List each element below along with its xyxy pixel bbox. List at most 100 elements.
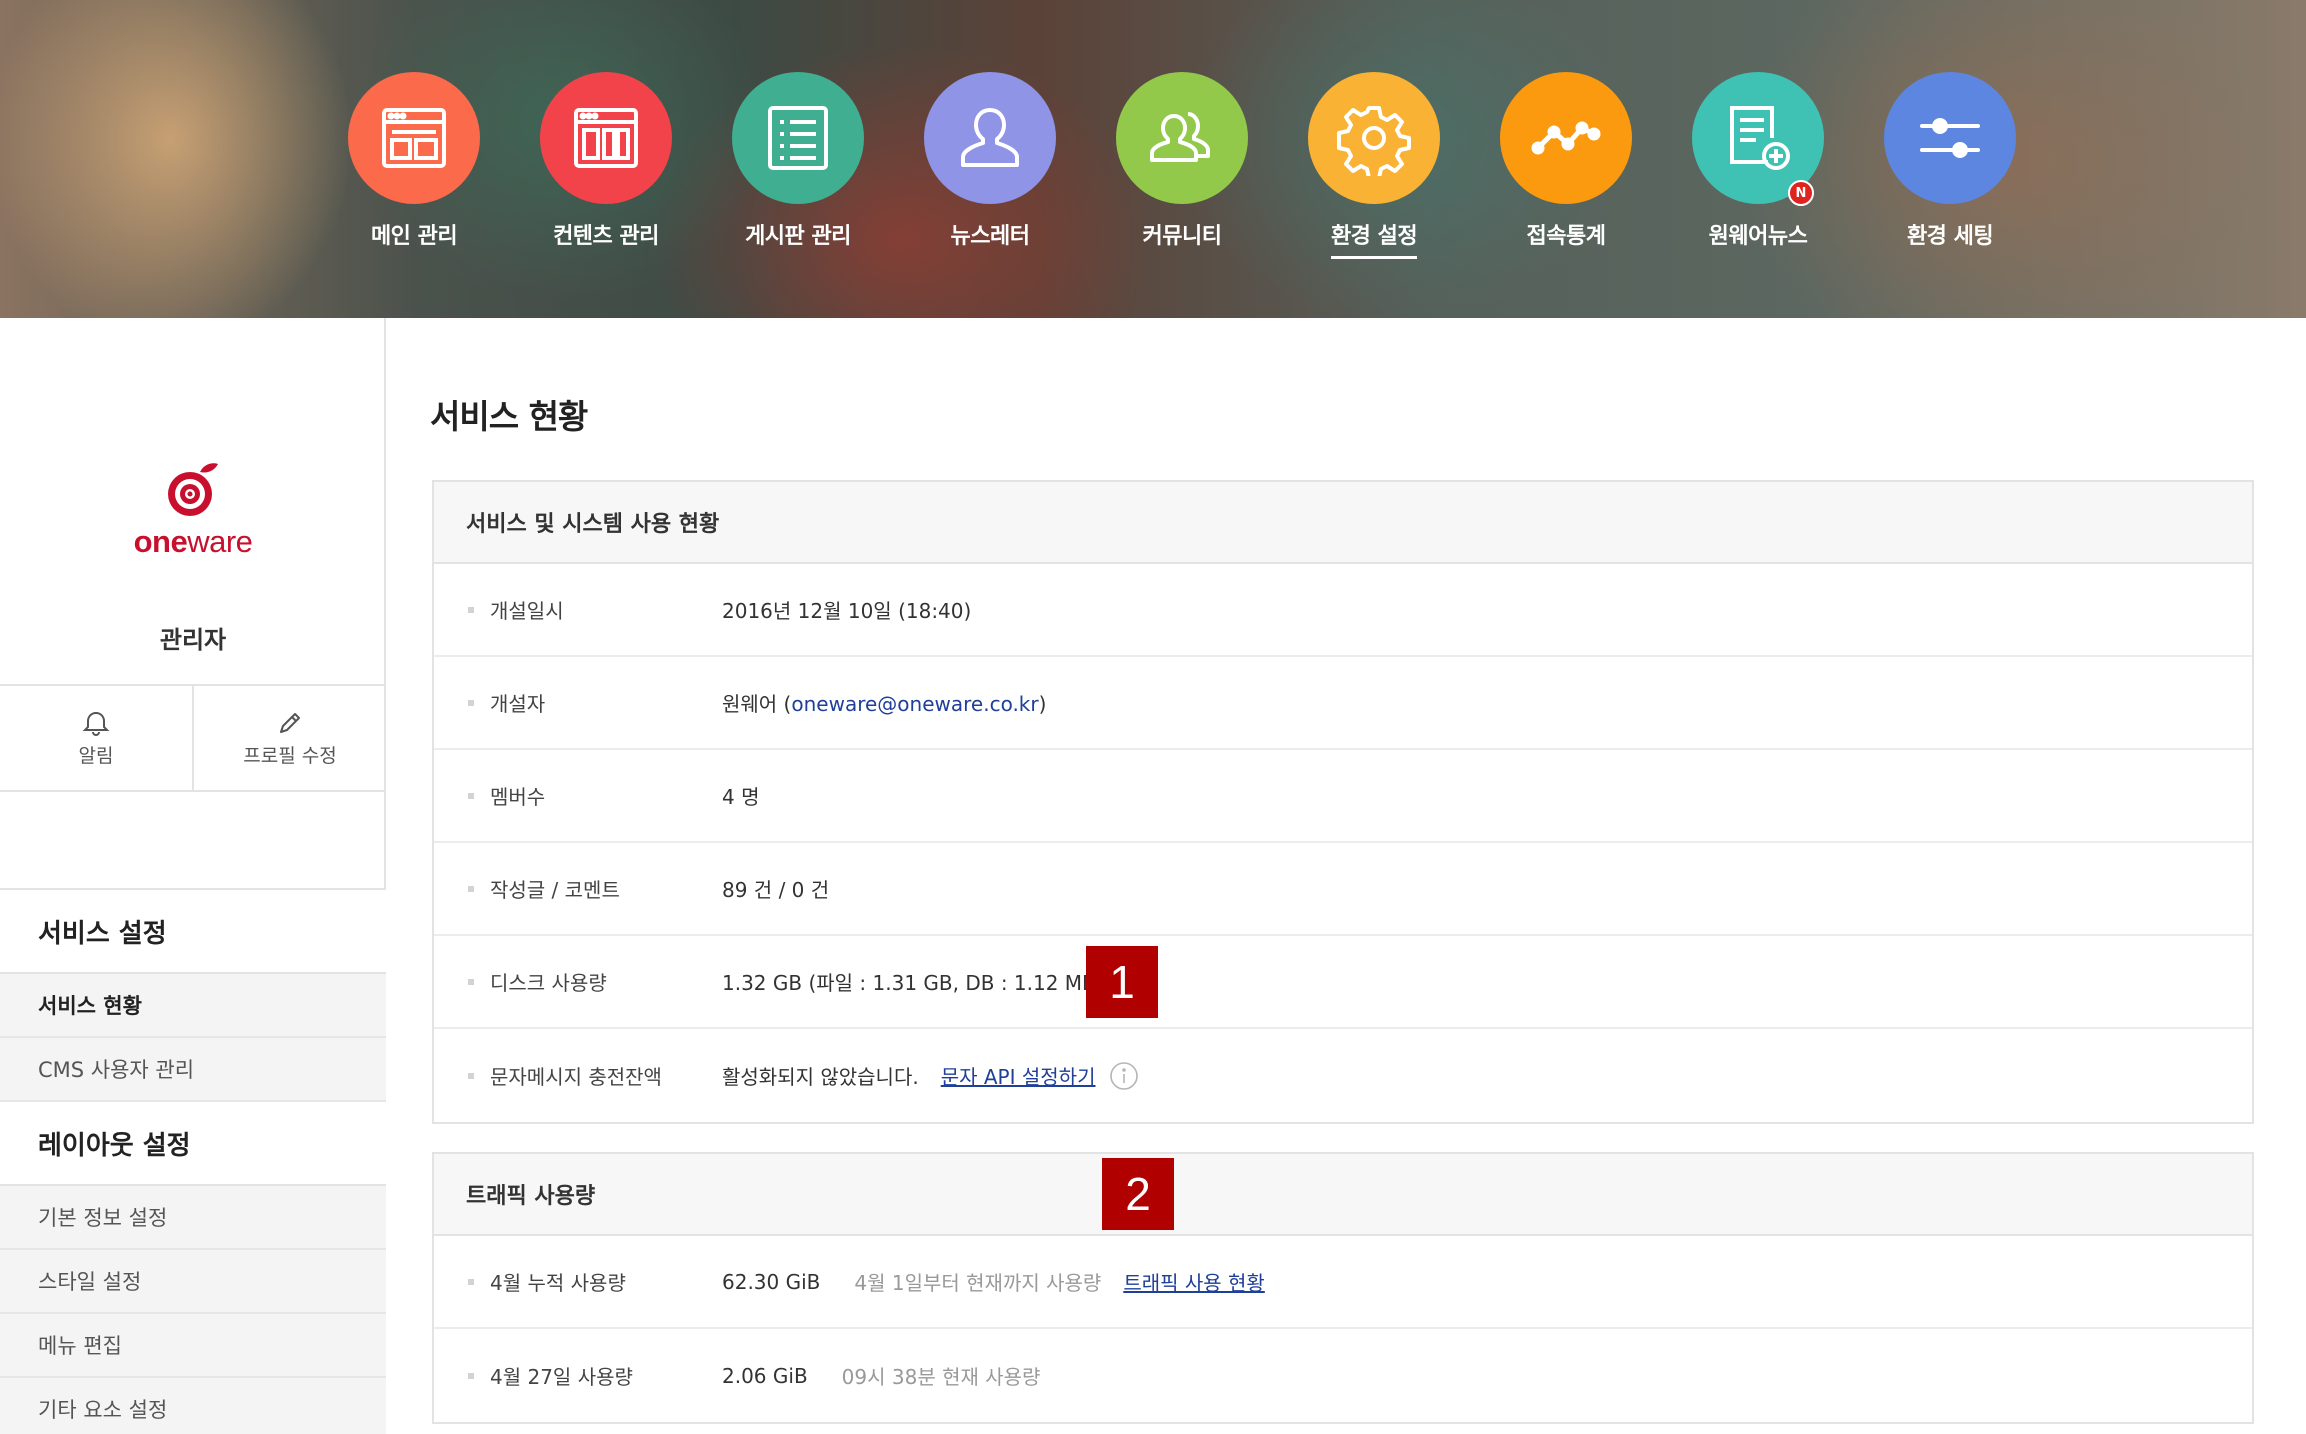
bullet (468, 606, 474, 613)
edit-profile-label: 프로필 수정 (243, 744, 337, 767)
row-daily-traffic: 4월 27일 사용량 2.06 GiB 09시 38분 현재 사용량 (434, 1329, 2252, 1422)
sidebar: oneware 관리자 알림 프로필 수정 서비스 설정 서비스 현황 CMS … (0, 318, 386, 1434)
nav-access-statistics[interactable]: 접속통계 (1470, 72, 1662, 259)
row-value: 1.32 GB (파일 : 1.31 GB, DB : 1.12 MB) (722, 971, 1104, 995)
row-sms: 문자메시지 충전잔액 활성화되지 않았습니다. 문자 API 설정하기 (434, 1029, 2252, 1122)
nav-circle (732, 72, 864, 204)
row-label: 문자메시지 충전잔액 (490, 1065, 662, 1089)
nav-newsletter[interactable]: 뉴스레터 (894, 72, 1086, 259)
list-icon (768, 106, 828, 170)
nav-label: 접속통계 (1526, 224, 1606, 249)
panel-title: 서비스 및 시스템 사용 현황 (434, 482, 2252, 564)
nav-label: 환경 세팅 (1906, 224, 1994, 249)
row-label: 작성글 / 코멘트 (490, 878, 620, 902)
section-layout-settings: 레이아웃 설정 (0, 1102, 386, 1186)
nav-environment-setup[interactable]: 환경 세팅 (1854, 72, 2046, 259)
logo-one: one (133, 524, 188, 559)
sidebar-item-basic-info[interactable]: 기본 정보 설정 (0, 1186, 386, 1250)
nav-circle (1884, 72, 2016, 204)
nav-circle (1500, 72, 1632, 204)
row-value: 활성화되지 않았습니다. (722, 1065, 919, 1089)
row-label: 개설일시 (490, 599, 564, 623)
logo-wordmark: oneware (134, 524, 253, 560)
row-disk: 디스크 사용량 1.32 GB (파일 : 1.31 GB, DB : 1.12… (434, 936, 2252, 1029)
row-label: 멤버수 (490, 785, 546, 809)
nav-circle (540, 72, 672, 204)
row-value: 2.06 GiB (722, 1363, 808, 1388)
nav-board-management[interactable]: 게시판 관리 (702, 72, 894, 259)
row-value: 4 명 (722, 785, 760, 809)
row-note: 09시 38분 현재 사용량 (841, 1365, 1041, 1389)
row-value: 원웨어 (oneware@oneware.co.kr) (722, 688, 1046, 717)
bullet (468, 885, 474, 892)
nav-label: 커뮤니티 (1142, 224, 1222, 249)
top-banner: 메인 관리 컨텐츠 관리 게시판 관리 뉴스레터 커뮤니티 환경 설정 접속통계… (0, 0, 2306, 318)
row-label: 개설자 (490, 692, 546, 716)
creator-name: 원웨어 ( (722, 692, 792, 716)
marker-2: 2 (1102, 1158, 1174, 1230)
add-document-icon (1730, 106, 1790, 170)
sidebar-item-style[interactable]: 스타일 설정 (0, 1250, 386, 1314)
sidebar-item-menu-edit[interactable]: 메뉴 편집 (0, 1314, 386, 1378)
sms-api-link[interactable]: 문자 API 설정하기 (941, 1061, 1096, 1090)
sidebar-item-other-elements[interactable]: 기타 요소 설정 (0, 1378, 386, 1434)
info-icon[interactable] (1109, 1061, 1139, 1091)
content-icon (574, 108, 638, 168)
nav-label: 게시판 관리 (745, 224, 851, 249)
nav-label: 원웨어뉴스 (1708, 224, 1808, 249)
nav-label-active: 환경 설정 (1330, 218, 1418, 259)
row-value: 2016년 12월 10일 (18:40) (722, 599, 972, 623)
nav-main-management[interactable]: 메인 관리 (318, 72, 510, 259)
nav-oneware-news[interactable]: N 원웨어뉴스 (1662, 72, 1854, 259)
row-created: 개설일시 2016년 12월 10일 (18:40) (434, 564, 2252, 657)
row-label: 4월 누적 사용량 (490, 1271, 626, 1295)
bullet (468, 978, 474, 985)
profile-actions: 알림 프로필 수정 (0, 684, 386, 792)
person-icon (961, 108, 1019, 167)
row-monthly-traffic: 4월 누적 사용량 62.30 GiB 4월 1일부터 현재까지 사용량 트래픽… (434, 1236, 2252, 1329)
traffic-status-link[interactable]: 트래픽 사용 현황 (1123, 1267, 1265, 1296)
oneware-logo[interactable]: oneware (0, 458, 386, 560)
traffic-usage-panel: 트래픽 사용량 2 4월 누적 사용량 62.30 GiB 4월 1일부터 현재… (432, 1152, 2254, 1424)
layout-icon (382, 108, 446, 168)
nav-circle (1308, 72, 1440, 204)
sidebar-item-service-status[interactable]: 서비스 현황 (0, 974, 386, 1038)
panel-title: 트래픽 사용량 (434, 1154, 2252, 1236)
sliders-icon (1920, 118, 1980, 158)
main-content: 서비스 현황 서비스 및 시스템 사용 현황 개설일시 2016년 12월 10… (386, 318, 2306, 1434)
nav-circle (1116, 72, 1248, 204)
nav-content-management[interactable]: 컨텐츠 관리 (510, 72, 702, 259)
section-service-settings: 서비스 설정 (0, 890, 386, 974)
nav-label: 컨텐츠 관리 (553, 224, 659, 249)
alert-button[interactable]: 알림 (0, 686, 192, 790)
bullet (468, 699, 474, 706)
nav-circle: N (1692, 72, 1824, 206)
top-navigation: 메인 관리 컨텐츠 관리 게시판 관리 뉴스레터 커뮤니티 환경 설정 접속통계… (318, 72, 2046, 259)
new-badge: N (1788, 180, 1814, 206)
logo-ware: ware (187, 524, 253, 559)
nav-circle (348, 72, 480, 204)
pencil-icon (280, 712, 300, 733)
alert-label: 알림 (78, 744, 114, 767)
bullet (468, 1072, 474, 1079)
service-usage-panel: 서비스 및 시스템 사용 현황 개설일시 2016년 12월 10일 (18:4… (432, 480, 2254, 1124)
sidebar-item-cms-users[interactable]: CMS 사용자 관리 (0, 1038, 386, 1102)
nav-circle (924, 72, 1056, 204)
gear-icon (1337, 106, 1411, 176)
nav-community[interactable]: 커뮤니티 (1086, 72, 1278, 259)
page-title: 서비스 현황 (430, 397, 588, 436)
creator-email[interactable]: oneware@oneware.co.kr (791, 692, 1038, 716)
creator-close: ) (1038, 692, 1047, 716)
admin-name: 관리자 (159, 626, 227, 654)
row-label: 디스크 사용량 (490, 971, 607, 995)
target-logo-icon (168, 463, 218, 516)
bullet (468, 1372, 474, 1379)
row-creator: 개설자 원웨어 (oneware@oneware.co.kr) (434, 657, 2252, 750)
row-label: 4월 27일 사용량 (490, 1365, 633, 1389)
row-value: 62.30 GiB (722, 1269, 821, 1294)
nav-environment-settings[interactable]: 환경 설정 (1278, 72, 1470, 259)
bullet (468, 1278, 474, 1285)
bell-icon (82, 711, 110, 736)
nav-label: 메인 관리 (370, 224, 458, 249)
edit-profile-button[interactable]: 프로필 수정 (192, 686, 386, 790)
